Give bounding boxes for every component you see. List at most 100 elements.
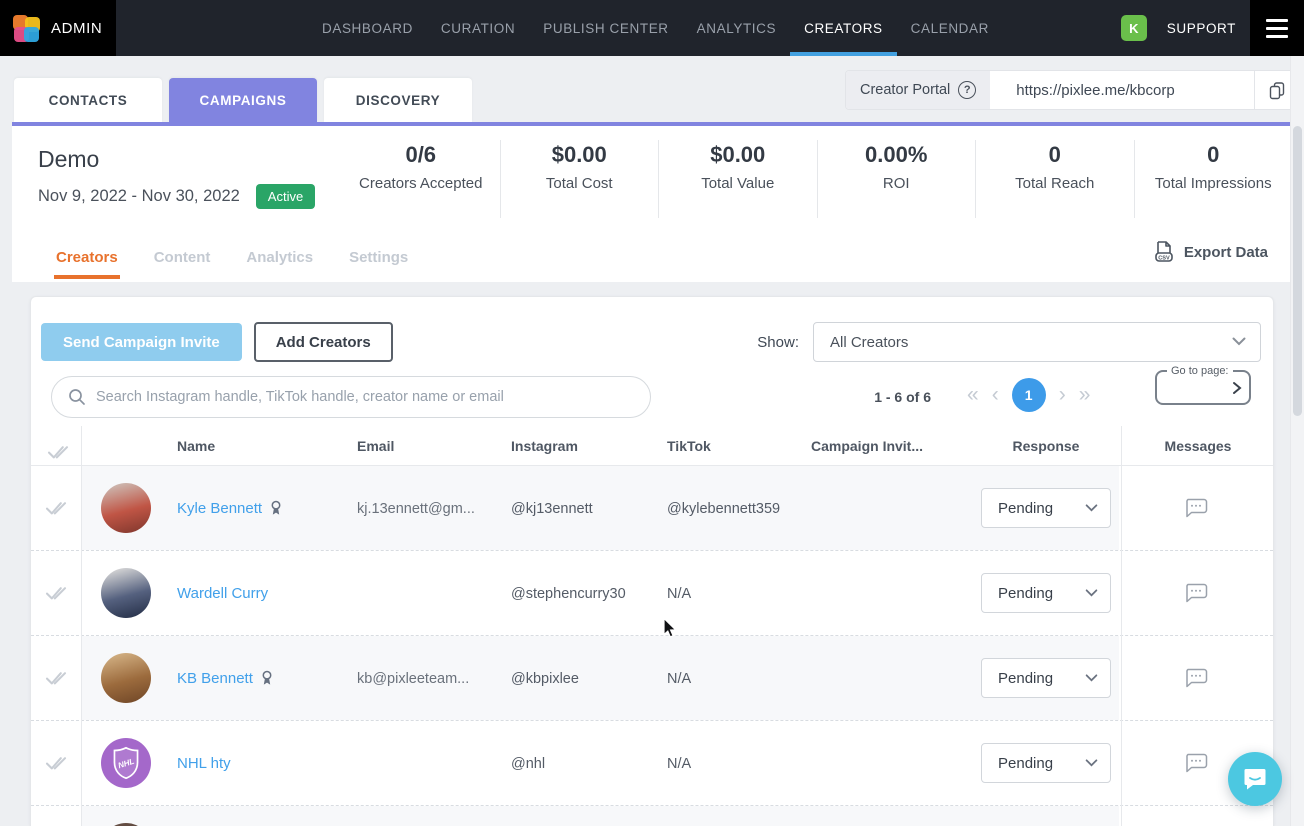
go-to-page-field: Go to page: [1155, 365, 1251, 405]
nav-item-calendar[interactable]: CALENDAR [897, 0, 1003, 56]
stat-roi: 0.00% ROI [817, 140, 976, 218]
header-instagram[interactable]: Instagram [511, 426, 578, 466]
row-checkmark[interactable] [31, 636, 81, 720]
pagination: « ‹ 1 › » [967, 378, 1090, 412]
nav-item-publish-center[interactable]: PUBLISH CENTER [529, 0, 682, 56]
row-main [81, 806, 1119, 826]
nav-menu-items: DASHBOARD CURATION PUBLISH CENTER ANALYT… [308, 0, 1003, 56]
go-to-page-submit[interactable] [1231, 381, 1243, 395]
subtab-content[interactable]: Content [154, 249, 211, 266]
avatar[interactable] [101, 568, 151, 618]
campaign-header: Demo Nov 9, 2022 - Nov 30, 2022 Active 0… [12, 126, 1292, 282]
avatar[interactable] [101, 483, 151, 533]
row-main: Kyle Bennett kj.13ennett@gm... @kj13enne… [81, 466, 1119, 550]
intercom-launcher[interactable] [1228, 752, 1282, 806]
chevron-down-icon [1085, 504, 1098, 512]
tab-contacts[interactable]: CONTACTS [14, 78, 162, 122]
message-creator-button[interactable] [1184, 752, 1208, 774]
row-main: Wardell Curry @stephencurry30 N/A Pendin… [81, 551, 1119, 635]
header-email[interactable]: Email [357, 426, 394, 466]
export-data-button[interactable]: CSV Export Data [1153, 240, 1268, 264]
messages-cell [1119, 551, 1273, 635]
send-campaign-invite-button[interactable]: Send Campaign Invite [41, 323, 242, 361]
tab-discovery[interactable]: DISCOVERY [324, 78, 472, 122]
header-tiktok[interactable]: TikTok [667, 426, 711, 466]
csv-file-icon: CSV [1153, 240, 1175, 264]
response-select[interactable]: Pending [981, 488, 1111, 528]
scrollbar[interactable] [1290, 56, 1304, 826]
header-name[interactable]: Name [177, 426, 215, 466]
tab-campaigns[interactable]: CAMPAIGNS [169, 78, 317, 122]
double-check-icon [45, 499, 67, 517]
chat-bubble-icon [1184, 582, 1208, 604]
avatar[interactable]: NHL [101, 738, 151, 788]
avatar[interactable] [101, 653, 151, 703]
subtab-analytics[interactable]: Analytics [246, 249, 313, 266]
first-page-button[interactable]: « [967, 378, 979, 412]
current-page-button[interactable]: 1 [1012, 378, 1046, 412]
table-row [31, 806, 1273, 826]
support-link[interactable]: SUPPORT [1167, 21, 1236, 36]
nav-item-analytics[interactable]: ANALYTICS [683, 0, 790, 56]
nav-right: K SUPPORT [1121, 0, 1250, 56]
user-avatar-badge[interactable]: K [1121, 15, 1147, 41]
avatar-logo: NHL [111, 746, 141, 780]
subtab-creators[interactable]: Creators [56, 249, 118, 266]
nav-item-curation[interactable]: CURATION [427, 0, 529, 56]
add-creators-button[interactable]: Add Creators [254, 322, 393, 362]
campaign-subtabs: Creators Content Analytics Settings [56, 249, 408, 266]
next-page-button[interactable]: › [1059, 378, 1066, 412]
nav-item-creators[interactable]: CREATORS [790, 0, 897, 56]
results-count: 1 - 6 of 6 [831, 389, 931, 405]
creator-name-link[interactable]: Wardell Curry [177, 585, 268, 602]
nav-item-dashboard[interactable]: DASHBOARD [308, 0, 427, 56]
creator-name-link[interactable]: NHL hty [177, 755, 231, 772]
message-creator-button[interactable] [1184, 582, 1208, 604]
creator-name-link[interactable]: Kyle Bennett [177, 500, 262, 517]
row-checkmark[interactable] [31, 721, 81, 805]
status-badge: Active [256, 184, 315, 209]
header-response[interactable]: Response [971, 426, 1121, 466]
header-messages[interactable]: Messages [1121, 426, 1274, 466]
go-to-page-label: Go to page: [1167, 365, 1233, 377]
creator-instagram: @kj13ennett [511, 466, 593, 551]
brand-label: ADMIN [51, 20, 102, 37]
go-to-page-input[interactable] [1163, 381, 1219, 396]
creator-tiktok: N/A [667, 636, 691, 721]
export-data-label: Export Data [1184, 244, 1268, 261]
chevron-down-icon [1232, 337, 1246, 346]
header-campaign-invite[interactable]: Campaign Invit... [811, 426, 923, 466]
stat-total-impressions: 0 Total Impressions [1134, 140, 1293, 218]
message-creator-button[interactable] [1184, 667, 1208, 689]
row-checkmark[interactable] [31, 551, 81, 635]
chat-bubble-icon [1184, 667, 1208, 689]
section-tabs: CONTACTS CAMPAIGNS DISCOVERY [14, 78, 479, 122]
response-value: Pending [998, 755, 1053, 772]
row-checkmark[interactable] [31, 466, 81, 550]
messages-column-divider [1121, 426, 1122, 826]
show-filter-select[interactable]: All Creators [813, 322, 1261, 362]
response-select[interactable]: Pending [981, 658, 1111, 698]
response-value: Pending [998, 500, 1053, 517]
top-nav: ADMIN DASHBOARD CURATION PUBLISH CENTER … [0, 0, 1304, 56]
search-input[interactable] [96, 389, 634, 405]
creator-email: kj.13ennett@gm... [357, 466, 475, 551]
last-page-button[interactable]: » [1079, 378, 1091, 412]
scrollbar-thumb[interactable] [1293, 126, 1302, 416]
prev-page-button[interactable]: ‹ [992, 378, 999, 412]
subtab-settings[interactable]: Settings [349, 249, 408, 266]
chat-bubble-icon [1184, 497, 1208, 519]
creator-name-link[interactable]: KB Bennett [177, 670, 253, 687]
hamburger-menu-icon[interactable] [1250, 0, 1304, 56]
message-creator-button[interactable] [1184, 497, 1208, 519]
row-main: NHL NHL hty @nhl N/A Pending [81, 721, 1119, 805]
creator-portal-url[interactable]: https://pixlee.me/kbcorp [990, 71, 1254, 109]
help-icon[interactable]: ? [958, 81, 976, 99]
chevron-down-icon [1085, 674, 1098, 682]
row-checkmark[interactable] [31, 806, 81, 826]
app-logo[interactable]: ADMIN [0, 0, 116, 56]
response-select[interactable]: Pending [981, 743, 1111, 783]
response-select[interactable]: Pending [981, 573, 1111, 613]
response-value: Pending [998, 585, 1053, 602]
double-check-icon [45, 669, 67, 687]
